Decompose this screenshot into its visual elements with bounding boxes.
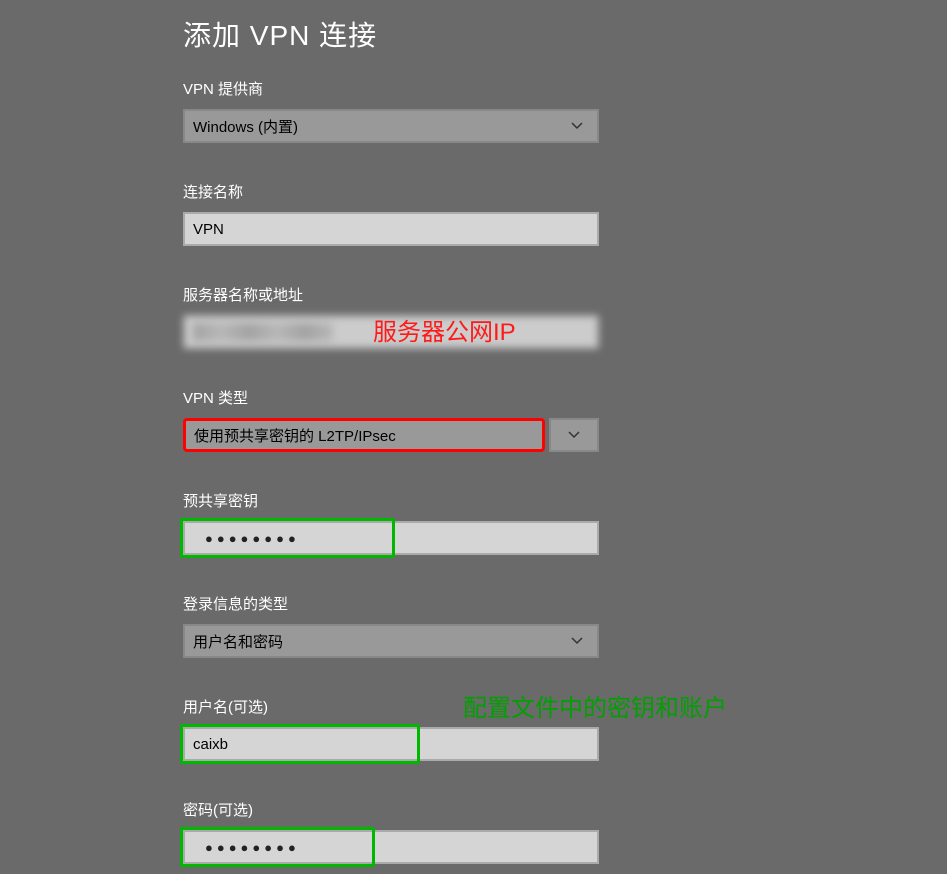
label-server-address: 服务器名称或地址: [183, 284, 863, 305]
field-preshared-key: 预共享密钥 ●●●●●●●●: [183, 490, 863, 555]
input-server-address[interactable]: [183, 315, 599, 349]
dropdown-vpn-type-value: 使用预共享密钥的 L2TP/IPsec: [194, 425, 396, 446]
dropdown-vpn-type-chevron[interactable]: [549, 418, 599, 452]
label-connection-name: 连接名称: [183, 181, 863, 202]
input-preshared-key[interactable]: ●●●●●●●●: [183, 521, 599, 555]
label-password: 密码(可选): [183, 799, 863, 820]
label-vpn-provider: VPN 提供商: [183, 78, 863, 99]
chevron-down-icon: [557, 111, 597, 141]
page-title: 添加 VPN 连接: [183, 14, 863, 54]
label-preshared-key: 预共享密钥: [183, 490, 863, 511]
dropdown-vpn-provider-value: Windows (内置): [185, 116, 557, 137]
field-password: 密码(可选) ●●●●●●●●: [183, 799, 863, 864]
field-vpn-provider: VPN 提供商 Windows (内置): [183, 78, 863, 143]
label-signin-info: 登录信息的类型: [183, 593, 863, 614]
password-value: ●●●●●●●●: [193, 832, 300, 862]
dropdown-signin-info[interactable]: 用户名和密码: [183, 624, 599, 658]
input-connection-name[interactable]: [183, 212, 599, 246]
preshared-key-value: ●●●●●●●●: [193, 523, 300, 553]
field-vpn-type: VPN 类型 使用预共享密钥的 L2TP/IPsec: [183, 387, 863, 452]
dropdown-vpn-type[interactable]: 使用预共享密钥的 L2TP/IPsec: [183, 418, 545, 452]
input-username[interactable]: [183, 727, 599, 761]
field-server-address: 服务器名称或地址 服务器公网IP: [183, 284, 863, 349]
dropdown-vpn-provider[interactable]: Windows (内置): [183, 109, 599, 143]
label-vpn-type: VPN 类型: [183, 387, 863, 408]
chevron-down-icon: [557, 626, 597, 656]
label-username: 用户名(可选): [183, 696, 863, 717]
field-username: 用户名(可选) 配置文件中的密钥和账户: [183, 696, 863, 761]
dropdown-signin-info-value: 用户名和密码: [185, 631, 557, 652]
field-signin-info: 登录信息的类型 用户名和密码: [183, 593, 863, 658]
field-connection-name: 连接名称: [183, 181, 863, 246]
input-password[interactable]: ●●●●●●●●: [183, 830, 599, 864]
